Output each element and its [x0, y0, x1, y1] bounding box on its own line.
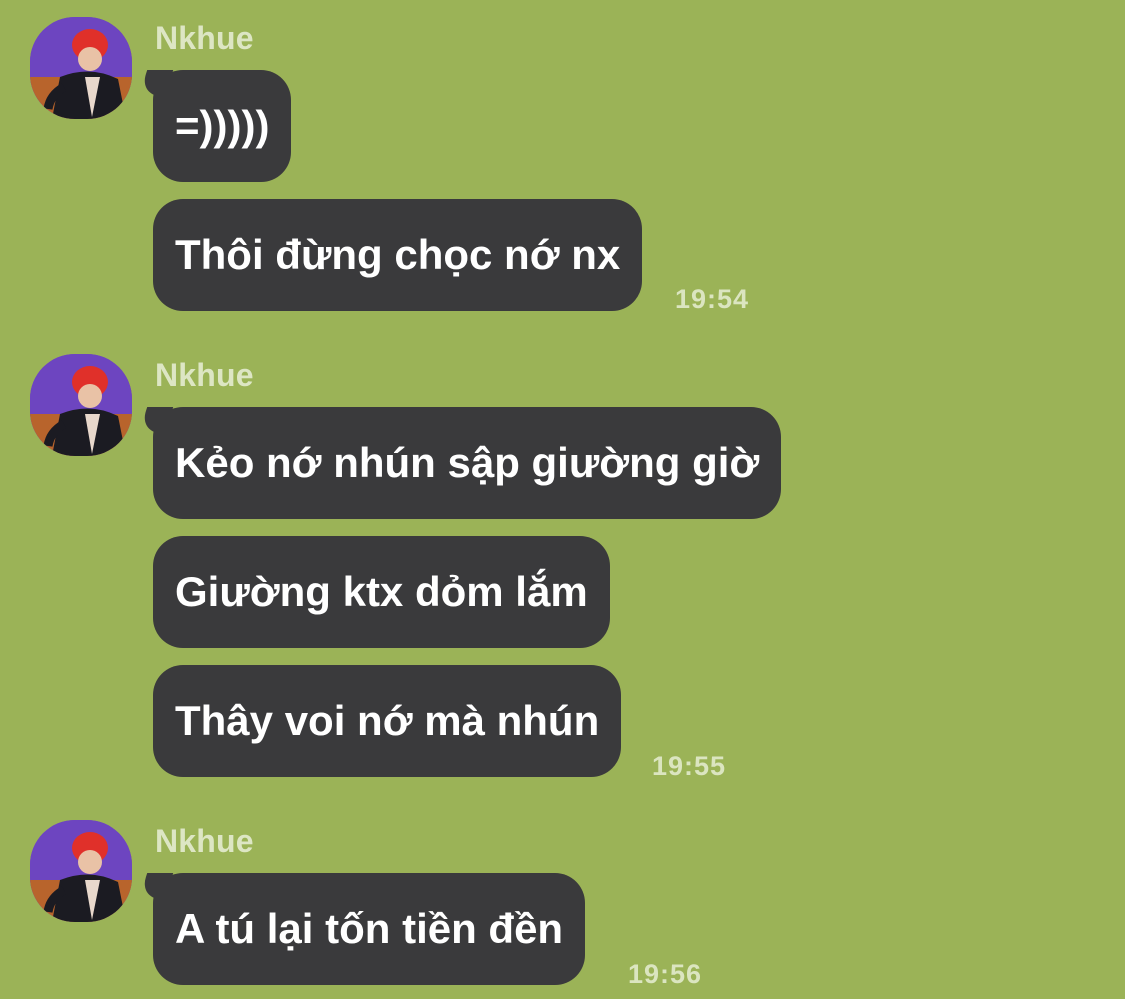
sender-name: Nkhue — [155, 357, 254, 393]
message-timestamp: 19:56 — [628, 959, 703, 989]
chat-thread: Nkhue =))))) Thôi đừng chọc nớ nx 19:54 … — [0, 0, 1125, 999]
message-bubble[interactable]: Kẻo nớ nhún sập giường giờ — [153, 407, 782, 519]
sender-name: Nkhue — [155, 823, 254, 859]
message-bubble[interactable]: Giường ktx dỏm lắm — [153, 536, 610, 648]
message-bubble[interactable]: =))))) — [153, 70, 292, 182]
message-timestamp: 19:55 — [652, 751, 727, 781]
avatar-photo-icon — [30, 17, 132, 119]
sender-avatar[interactable] — [30, 820, 132, 922]
message-bubble[interactable]: Thây voi nớ mà nhún — [153, 665, 622, 777]
sender-avatar[interactable] — [30, 17, 132, 119]
message-timestamp: 19:54 — [675, 284, 750, 314]
sender-avatar[interactable] — [30, 354, 132, 456]
avatar-photo-icon — [30, 820, 132, 922]
avatar-photo-icon — [30, 354, 132, 456]
message-bubble[interactable]: Thôi đừng chọc nớ nx — [153, 199, 643, 311]
message-bubble[interactable]: A tú lại tốn tiền đền — [153, 873, 586, 985]
sender-name: Nkhue — [155, 20, 254, 56]
